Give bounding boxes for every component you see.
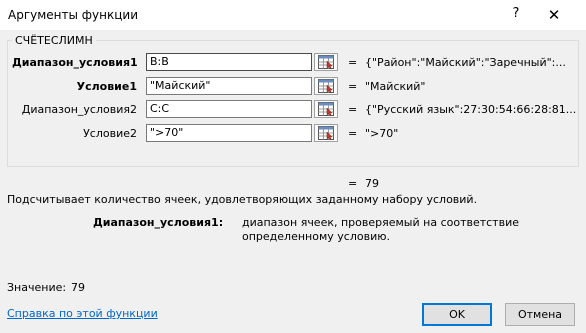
arg-result-range1: {"Район":"Майский":"Заречный":... (365, 56, 566, 69)
arg-label-range2: Диапазон_условия2 (21, 103, 137, 116)
range-select-icon (318, 102, 334, 116)
dialog-title: Аргументы функции (8, 8, 139, 22)
close-button[interactable]: ✕ (540, 4, 568, 26)
equals-sign: = (348, 177, 358, 190)
arg-result-criteria1: "Майский" (365, 80, 426, 93)
range-select-icon (318, 79, 334, 93)
arg-input-range2[interactable]: C:C (146, 100, 312, 118)
arg-label-criteria1: Условие1 (76, 80, 137, 93)
equals-sign: = (348, 103, 358, 116)
function-description: Подсчитывает количество ячеек, удовлетво… (7, 193, 478, 206)
arg-input-criteria1[interactable]: "Майский" (146, 77, 312, 95)
equals-sign: = (348, 127, 358, 140)
collapse-dialog-button-range2[interactable] (314, 100, 338, 118)
value-label: Значение: (7, 281, 67, 294)
range-select-icon (318, 55, 334, 69)
arg-label-range1: Диапазон_условия1 (12, 56, 138, 69)
arg-label-criteria2: Условие2 (83, 127, 137, 140)
function-name: СЧЁТЕСЛИМН (12, 34, 96, 47)
collapse-dialog-button-criteria1[interactable] (314, 77, 338, 95)
help-button[interactable]: ? (509, 6, 523, 24)
argument-help-text: диапазон ячеек, проверяемый на соответст… (242, 216, 519, 243)
value-result: 79 (71, 281, 85, 294)
equals-sign: = (348, 80, 358, 93)
ok-button[interactable]: OK (422, 303, 492, 326)
formula-result: 79 (365, 177, 379, 190)
arg-input-criteria2[interactable]: ">70" (146, 124, 312, 142)
arg-result-range2: {"Русский язык":27:30:54:66:28:81... (365, 103, 577, 116)
arg-result-criteria2: ">70" (365, 127, 399, 140)
cancel-button[interactable]: Отмена (505, 303, 575, 326)
collapse-dialog-button-criteria2[interactable] (314, 124, 338, 142)
equals-sign: = (348, 56, 358, 69)
collapse-dialog-button-range1[interactable] (314, 53, 338, 71)
arg-input-range1[interactable]: B:B (146, 53, 312, 71)
argument-help-label: Диапазон_условия1: (93, 216, 224, 229)
function-help-link[interactable]: Справка по этой функции (7, 307, 158, 320)
range-select-icon (318, 126, 334, 140)
title-bar: Аргументы функции ? ✕ (0, 0, 586, 30)
